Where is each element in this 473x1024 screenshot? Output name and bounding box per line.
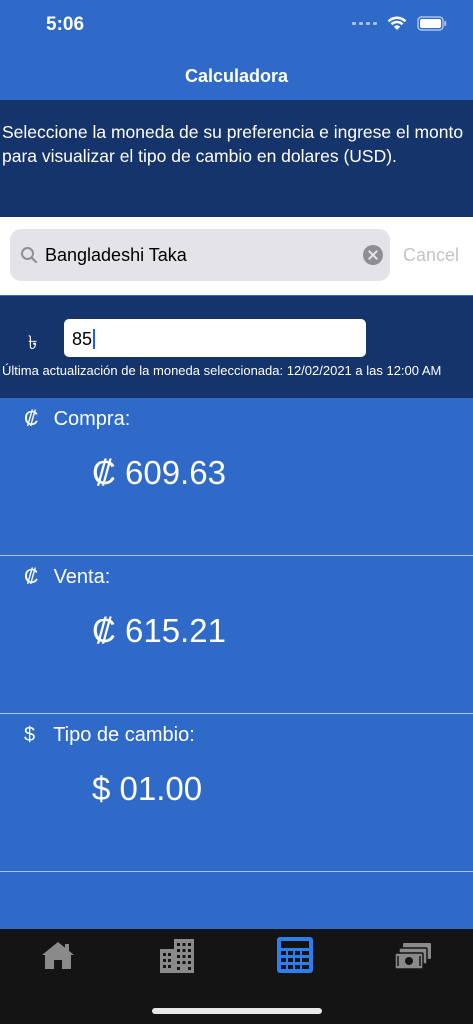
- tipo-cambio-value: $ 01.00: [92, 770, 203, 807]
- compra-value: ₡ 609.63: [92, 454, 226, 491]
- venta-card: ₡ Venta: ₡ 615.21: [0, 556, 473, 714]
- amount-panel: ৳ 85 Última actualización de la moneda s…: [0, 296, 473, 398]
- battery-icon: [417, 16, 447, 31]
- last-update-text: Última actualización de la moneda selecc…: [2, 363, 442, 378]
- venta-value: ₡ 615.21: [92, 612, 226, 649]
- cellular-signal-icon: [352, 22, 377, 25]
- calculator-icon: [277, 937, 313, 973]
- status-time: 5:06: [46, 14, 85, 35]
- currency-symbol: ৳: [28, 333, 38, 354]
- compra-card: ₡ Compra: ₡ 609.63: [0, 398, 473, 556]
- money-stack-icon: [394, 943, 431, 970]
- status-icons: [352, 16, 447, 31]
- colon-symbol-icon: ₡: [24, 408, 39, 430]
- wifi-icon: [387, 16, 407, 31]
- compra-label: ₡ Compra:: [24, 408, 130, 431]
- clear-icon[interactable]: [363, 245, 383, 265]
- colon-symbol-icon: ₡: [24, 566, 39, 588]
- amount-input-value: 85: [72, 329, 93, 349]
- info-panel: Seleccione la moneda de su preferencia e…: [0, 100, 473, 217]
- tab-buildings[interactable]: [157, 935, 201, 975]
- search-input[interactable]: Bangladeshi Taka: [10, 229, 390, 281]
- cancel-button[interactable]: Cancel: [403, 245, 459, 266]
- search-icon: [21, 247, 38, 264]
- text-caret: [93, 329, 96, 349]
- search-input-value: Bangladeshi Taka: [45, 245, 187, 265]
- home-indicator: [152, 1008, 322, 1014]
- navigation-bar: Calculadora: [0, 50, 473, 100]
- venta-label-text: Venta:: [53, 566, 111, 588]
- venta-label: ₡ Venta:: [24, 566, 110, 589]
- tipo-cambio-label: $ Tipo de cambio:: [24, 724, 195, 747]
- page-title: Calculadora: [184, 66, 289, 86]
- tab-calculator[interactable]: [275, 935, 319, 975]
- status-bar: 5:06: [0, 0, 473, 50]
- tipo-cambio-card: $ Tipo de cambio: $ 01.00: [0, 714, 473, 872]
- home-icon: [42, 942, 74, 969]
- instructions-text: Seleccione la moneda de su preferencia e…: [2, 122, 464, 166]
- tab-home[interactable]: [38, 935, 82, 975]
- currency-search-bar: Bangladeshi Taka Cancel: [0, 217, 473, 295]
- compra-label-text: Compra:: [53, 408, 131, 430]
- tipo-cambio-label-text: Tipo de cambio:: [53, 724, 195, 746]
- dollar-symbol-icon: $: [24, 724, 36, 746]
- building-icon: [160, 939, 194, 973]
- amount-input[interactable]: 85: [64, 319, 366, 357]
- tab-money[interactable]: [393, 935, 437, 975]
